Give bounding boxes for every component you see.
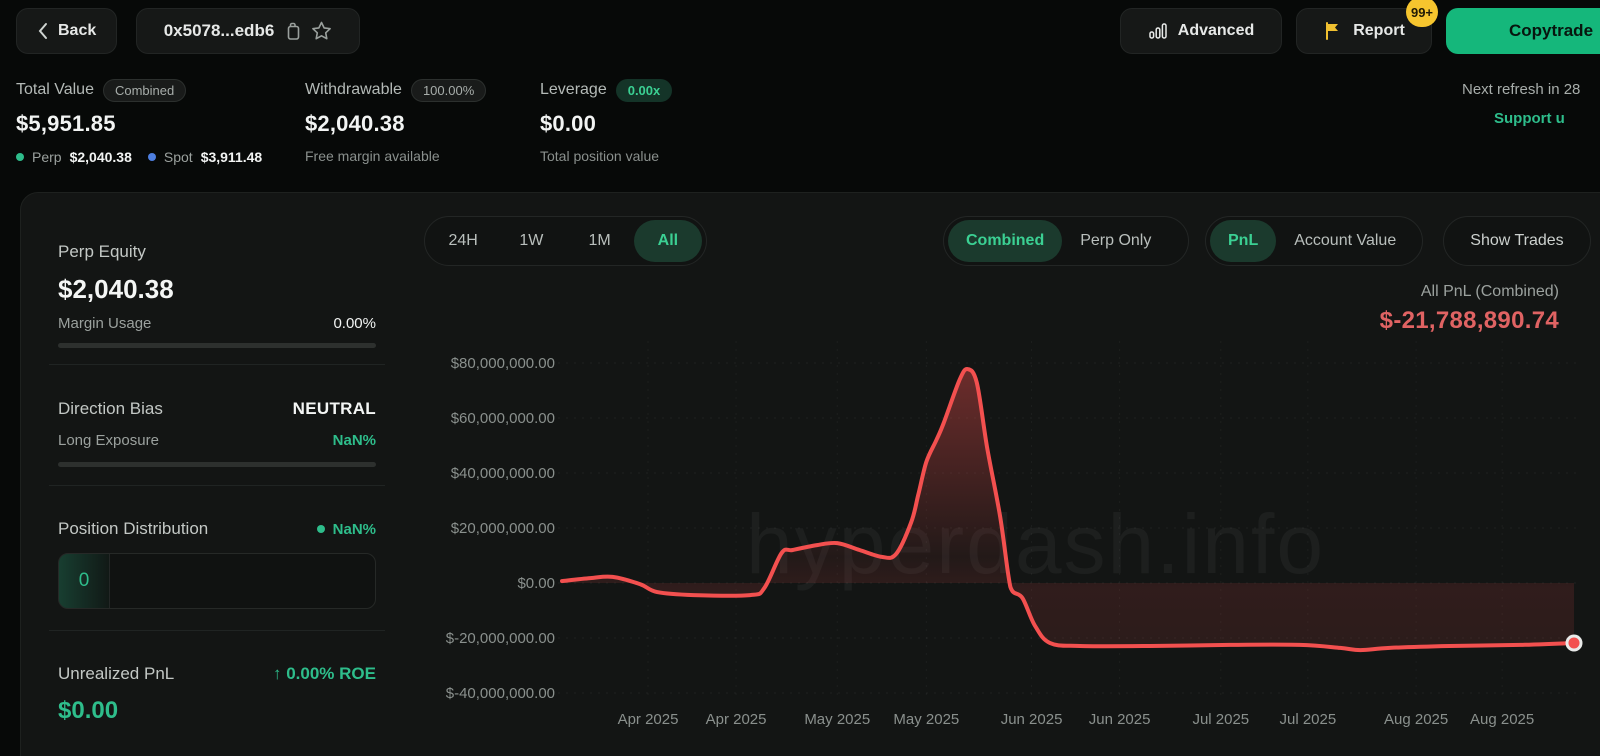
report-label: Report: [1353, 22, 1405, 40]
direction-bias-value: NEUTRAL: [293, 399, 376, 419]
withdrawable-label: Withdrawable: [305, 81, 402, 99]
total-value-stat: Total Value Combined $5,951.85 Perp $2,0…: [16, 78, 270, 165]
margin-usage-value: 0.00%: [333, 315, 376, 332]
series-end-dot: [1567, 636, 1581, 650]
back-label: Back: [58, 22, 96, 40]
spot-legend-value: $3,911.48: [201, 149, 263, 165]
spot-dot-icon: [148, 153, 156, 161]
y-axis-tick-label: $-20,000,000.00: [446, 630, 555, 647]
copy-icon[interactable]: [284, 22, 301, 41]
perp-equity-value: $2,040.38: [58, 274, 376, 305]
tab-1m[interactable]: 1M: [566, 220, 634, 262]
leverage-amount: $0.00: [540, 111, 672, 137]
position-distribution-value: NaN%: [333, 521, 376, 538]
unrealized-pnl-label: Unrealized PnL: [58, 664, 174, 684]
wallet-address-pill[interactable]: 0x5078...edb6: [136, 8, 360, 54]
leverage-label: Leverage: [540, 81, 607, 99]
time-range-tabs: 24H 1W 1M All: [424, 216, 707, 266]
x-axis-tick-label: Apr 2025: [618, 711, 679, 728]
advanced-button[interactable]: Advanced: [1120, 8, 1282, 54]
y-axis-tick-label: $-40,000,000.00: [446, 685, 555, 702]
tab-perp-only[interactable]: Perp Only: [1062, 220, 1169, 262]
flag-icon: [1323, 21, 1343, 41]
report-count-badge: 99+: [1406, 0, 1438, 27]
tab-account-value[interactable]: Account Value: [1276, 220, 1414, 262]
bar-chart-icon: [1148, 21, 1168, 41]
divider: [49, 630, 385, 631]
perp-legend-value: $2,040.38: [70, 149, 132, 165]
copytrade-button[interactable]: Copytrade: [1446, 8, 1600, 54]
position-distribution-label: Position Distribution: [58, 519, 208, 539]
position-distribution-box: 0: [58, 553, 376, 609]
tab-pnl[interactable]: PnL: [1210, 220, 1276, 262]
total-value-amount: $5,951.85: [16, 111, 270, 137]
x-axis-tick-label: Jun 2025: [1001, 711, 1063, 728]
long-exposure-bar: [58, 462, 376, 467]
mode-tabs: Combined Perp Only: [943, 216, 1189, 266]
chart-title: All PnL (Combined): [919, 283, 1559, 301]
y-axis-tick-label: $60,000,000.00: [451, 410, 555, 427]
refresh-countdown: Next refresh in 28: [1462, 81, 1580, 98]
y-axis-tick-label: $0.00: [517, 575, 555, 592]
advanced-label: Advanced: [1178, 22, 1254, 40]
withdrawable-stat: Withdrawable 100.00% $2,040.38 Free marg…: [305, 78, 486, 164]
y-axis-tick-label: $40,000,000.00: [451, 465, 555, 482]
support-link[interactable]: Support u: [1494, 110, 1565, 127]
withdrawable-caption: Free margin available: [305, 148, 486, 164]
direction-bias-label: Direction Bias: [58, 399, 163, 419]
x-axis-tick-label: Aug 2025: [1384, 711, 1448, 728]
perp-legend-label: Perp: [32, 149, 62, 165]
tab-24h[interactable]: 24H: [429, 220, 497, 262]
chart-total-pnl: $-21,788,890.74: [919, 307, 1559, 335]
combined-badge: Combined: [103, 79, 186, 102]
x-axis-tick-label: Aug 2025: [1470, 711, 1534, 728]
perp-equity-label: Perp Equity: [58, 242, 376, 262]
star-icon[interactable]: [311, 21, 332, 41]
y-axis-tick-label: $80,000,000.00: [451, 355, 555, 372]
margin-usage-bar: [58, 343, 376, 348]
x-axis-tick-label: Jul 2025: [1279, 711, 1336, 728]
show-trades-button[interactable]: Show Trades: [1443, 216, 1591, 266]
wallet-address: 0x5078...edb6: [164, 21, 275, 41]
leverage-caption: Total position value: [540, 148, 672, 164]
divider: [49, 485, 385, 486]
metric-tabs: PnL Account Value: [1205, 216, 1423, 266]
x-axis-tick-label: Apr 2025: [706, 711, 767, 728]
distribution-dot-icon: [317, 525, 325, 533]
x-axis-tick-label: Jul 2025: [1192, 711, 1249, 728]
tab-all[interactable]: All: [634, 220, 702, 262]
perp-dot-icon: [16, 153, 24, 161]
withdrawable-amount: $2,040.38: [305, 111, 486, 137]
long-exposure-label: Long Exposure: [58, 432, 159, 449]
y-axis-tick-label: $20,000,000.00: [451, 520, 555, 537]
tab-1w[interactable]: 1W: [497, 220, 565, 262]
x-axis-tick-label: May 2025: [893, 711, 959, 728]
chart-header: All PnL (Combined) $-21,788,890.74: [919, 283, 1559, 335]
pnl-area-chart[interactable]: hyperdash.info$80,000,000.00$60,000,000.…: [420, 333, 1600, 756]
roe-value: ↑ 0.00% ROE: [273, 664, 376, 684]
x-axis-tick-label: Jun 2025: [1089, 711, 1151, 728]
leverage-stat: Leverage 0.00x $0.00 Total position valu…: [540, 78, 672, 164]
tab-combined[interactable]: Combined: [948, 220, 1062, 262]
position-count-cell: 0: [59, 554, 110, 608]
long-exposure-value: NaN%: [333, 432, 376, 449]
spot-legend-label: Spot: [164, 149, 193, 165]
leverage-badge: 0.00x: [616, 79, 673, 102]
x-axis-tick-label: May 2025: [804, 711, 870, 728]
withdrawable-pct-badge: 100.00%: [411, 79, 486, 102]
margin-usage-label: Margin Usage: [58, 315, 151, 332]
total-value-label: Total Value: [16, 81, 94, 99]
back-button[interactable]: Back: [16, 8, 117, 54]
unrealized-pnl-value: $0.00: [58, 697, 376, 725]
divider: [49, 364, 385, 365]
chevron-left-icon: [37, 22, 48, 40]
